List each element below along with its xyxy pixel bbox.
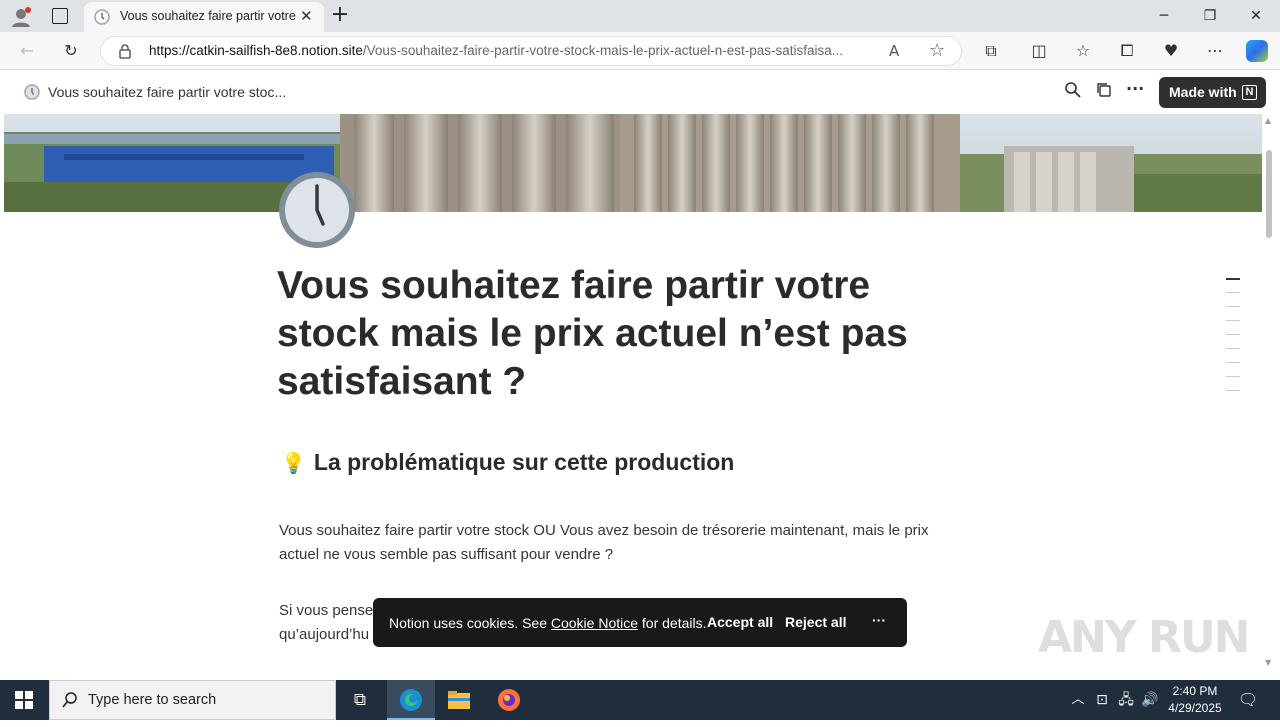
page-clock-icon: [277, 170, 357, 250]
scroll-down-icon[interactable]: ▼: [1265, 658, 1271, 667]
firefox-icon[interactable]: [485, 680, 533, 720]
cookie-text-before: Notion uses cookies. See: [389, 615, 551, 631]
toc-marker[interactable]: [1226, 306, 1240, 307]
search-icon[interactable]: [1064, 81, 1082, 103]
extensions-icon[interactable]: ⧉: [980, 40, 1002, 62]
edge-taskbar-icon[interactable]: [387, 680, 435, 720]
favorite-star-icon[interactable]: ☆: [929, 40, 945, 61]
browser-nav-bar: ← ↻ https://catkin-sailfish-8e8.notion.s…: [0, 32, 1280, 70]
reject-all-button[interactable]: Reject all: [785, 614, 846, 630]
taskbar-clock[interactable]: 2:40 PM 4/29/2025: [1164, 683, 1226, 717]
cookie-banner: Notion uses cookies. See Cookie Notice f…: [373, 598, 907, 647]
restore-icon[interactable]: ❐: [1200, 6, 1220, 26]
profile-icon[interactable]: [10, 6, 32, 28]
scroll-up-icon[interactable]: ▲: [1265, 116, 1271, 125]
cover-photo-silos: [4, 114, 1262, 212]
page-title: Vous souhaitez faire partir votre stock …: [277, 264, 908, 403]
anyrun-watermark: ANY RUN: [1038, 612, 1250, 663]
more-options-icon[interactable]: ···: [1126, 79, 1144, 98]
made-with-notion-button[interactable]: Made with N: [1159, 77, 1266, 108]
lightbulb-icon: 💡: [281, 453, 306, 475]
network-icon[interactable]: 🖧: [1114, 680, 1138, 720]
url-domain: https://catkin-sailfish-8e8.notion.site: [149, 43, 363, 58]
scrollbar-thumb[interactable]: [1266, 150, 1272, 238]
cookie-text-after: for details.: [638, 615, 707, 631]
paragraph-1: Vous souhaitez faire partir votre stock …: [279, 522, 929, 563]
settings-more-icon[interactable]: ⋯: [1204, 40, 1226, 62]
split-screen-icon[interactable]: ◫: [1028, 40, 1050, 62]
favorites-icon[interactable]: ☆: [1072, 40, 1094, 62]
read-aloud-icon[interactable]: A: [889, 42, 899, 60]
notification-center-icon[interactable]: 🗨: [1234, 680, 1262, 720]
windows-start-icon[interactable]: [0, 680, 48, 720]
url-path: /Vous-souhaitez-faire-partir-votre-stock…: [362, 43, 844, 58]
toc-marker[interactable]: [1226, 334, 1240, 335]
page-scrollbar[interactable]: ▲ ▼: [1262, 114, 1276, 672]
copilot-icon[interactable]: [1246, 40, 1268, 62]
toc-marker[interactable]: [1226, 292, 1240, 293]
tab-actions-icon[interactable]: [52, 8, 68, 24]
volume-icon[interactable]: 🔊: [1138, 680, 1162, 720]
windows-taskbar: Type here to search ⧉ ︿ ⊡ 🖧 🔊 2:40 PM 4/…: [0, 680, 1280, 720]
tab-close-icon[interactable]: ✕: [300, 7, 313, 25]
page-breadcrumb-icon: [24, 84, 40, 104]
cover-image: [4, 114, 1262, 212]
made-with-label: Made with: [1169, 84, 1237, 100]
notion-logo-icon: N: [1242, 85, 1257, 100]
new-tab-icon[interactable]: +: [330, 4, 350, 26]
clock-date: 4/29/2025: [1168, 701, 1222, 715]
toc-marker[interactable]: [1226, 320, 1240, 321]
taskbar-search-box[interactable]: Type here to search: [49, 680, 336, 720]
taskbar-search-placeholder: Type here to search: [88, 692, 217, 708]
toc-marker[interactable]: [1226, 348, 1240, 349]
tab-title: Vous souhaitez faire partir votre s: [120, 9, 300, 23]
toc-marker[interactable]: [1226, 390, 1240, 391]
tray-app-icon[interactable]: ⊡: [1090, 680, 1114, 720]
cookie-message: Notion uses cookies. See Cookie Notice f…: [389, 615, 707, 631]
duplicate-icon[interactable]: [1096, 82, 1112, 102]
task-view-icon[interactable]: ⧉: [336, 680, 384, 720]
back-icon[interactable]: ←: [16, 40, 38, 62]
url-text[interactable]: https://catkin-sailfish-8e8.notion.site/…: [149, 43, 879, 58]
address-bar[interactable]: https://catkin-sailfish-8e8.notion.site/…: [100, 36, 962, 66]
cookie-notice-link[interactable]: Cookie Notice: [551, 615, 638, 631]
breadcrumb-page-title[interactable]: Vous souhaitez faire partir votre stoc..…: [48, 84, 286, 100]
performance-icon[interactable]: ♥: [1160, 40, 1182, 62]
clock-time: 2:40 PM: [1172, 684, 1218, 698]
tab-favicon-icon: [94, 9, 110, 28]
section-heading-text: La problématique sur cette production: [313, 449, 735, 475]
refresh-icon[interactable]: ↻: [60, 40, 82, 62]
minimize-icon[interactable]: ─: [1154, 6, 1174, 26]
taskbar-search-icon: [62, 692, 78, 712]
cookie-more-button[interactable]: ···: [872, 612, 886, 628]
notion-top-bar: Vous souhaitez faire partir votre stoc..…: [4, 71, 1276, 114]
accept-all-button[interactable]: Accept all: [707, 614, 773, 630]
toc-marker[interactable]: [1226, 362, 1240, 363]
file-explorer-icon[interactable]: [435, 680, 483, 720]
toc-marker-active[interactable]: [1226, 278, 1240, 280]
close-window-icon[interactable]: ✕: [1246, 6, 1266, 26]
browser-title-bar: Vous souhaitez faire partir votre s ✕ + …: [0, 0, 1280, 32]
browser-tab-active[interactable]: Vous souhaitez faire partir votre s ✕: [84, 2, 324, 32]
toc-marker[interactable]: [1226, 376, 1240, 377]
lock-icon[interactable]: [117, 43, 133, 63]
section-heading: 💡 La problématique sur cette production: [281, 449, 734, 476]
collections-icon[interactable]: ⧠: [1116, 40, 1138, 62]
show-hidden-icons[interactable]: ︿: [1066, 680, 1090, 720]
